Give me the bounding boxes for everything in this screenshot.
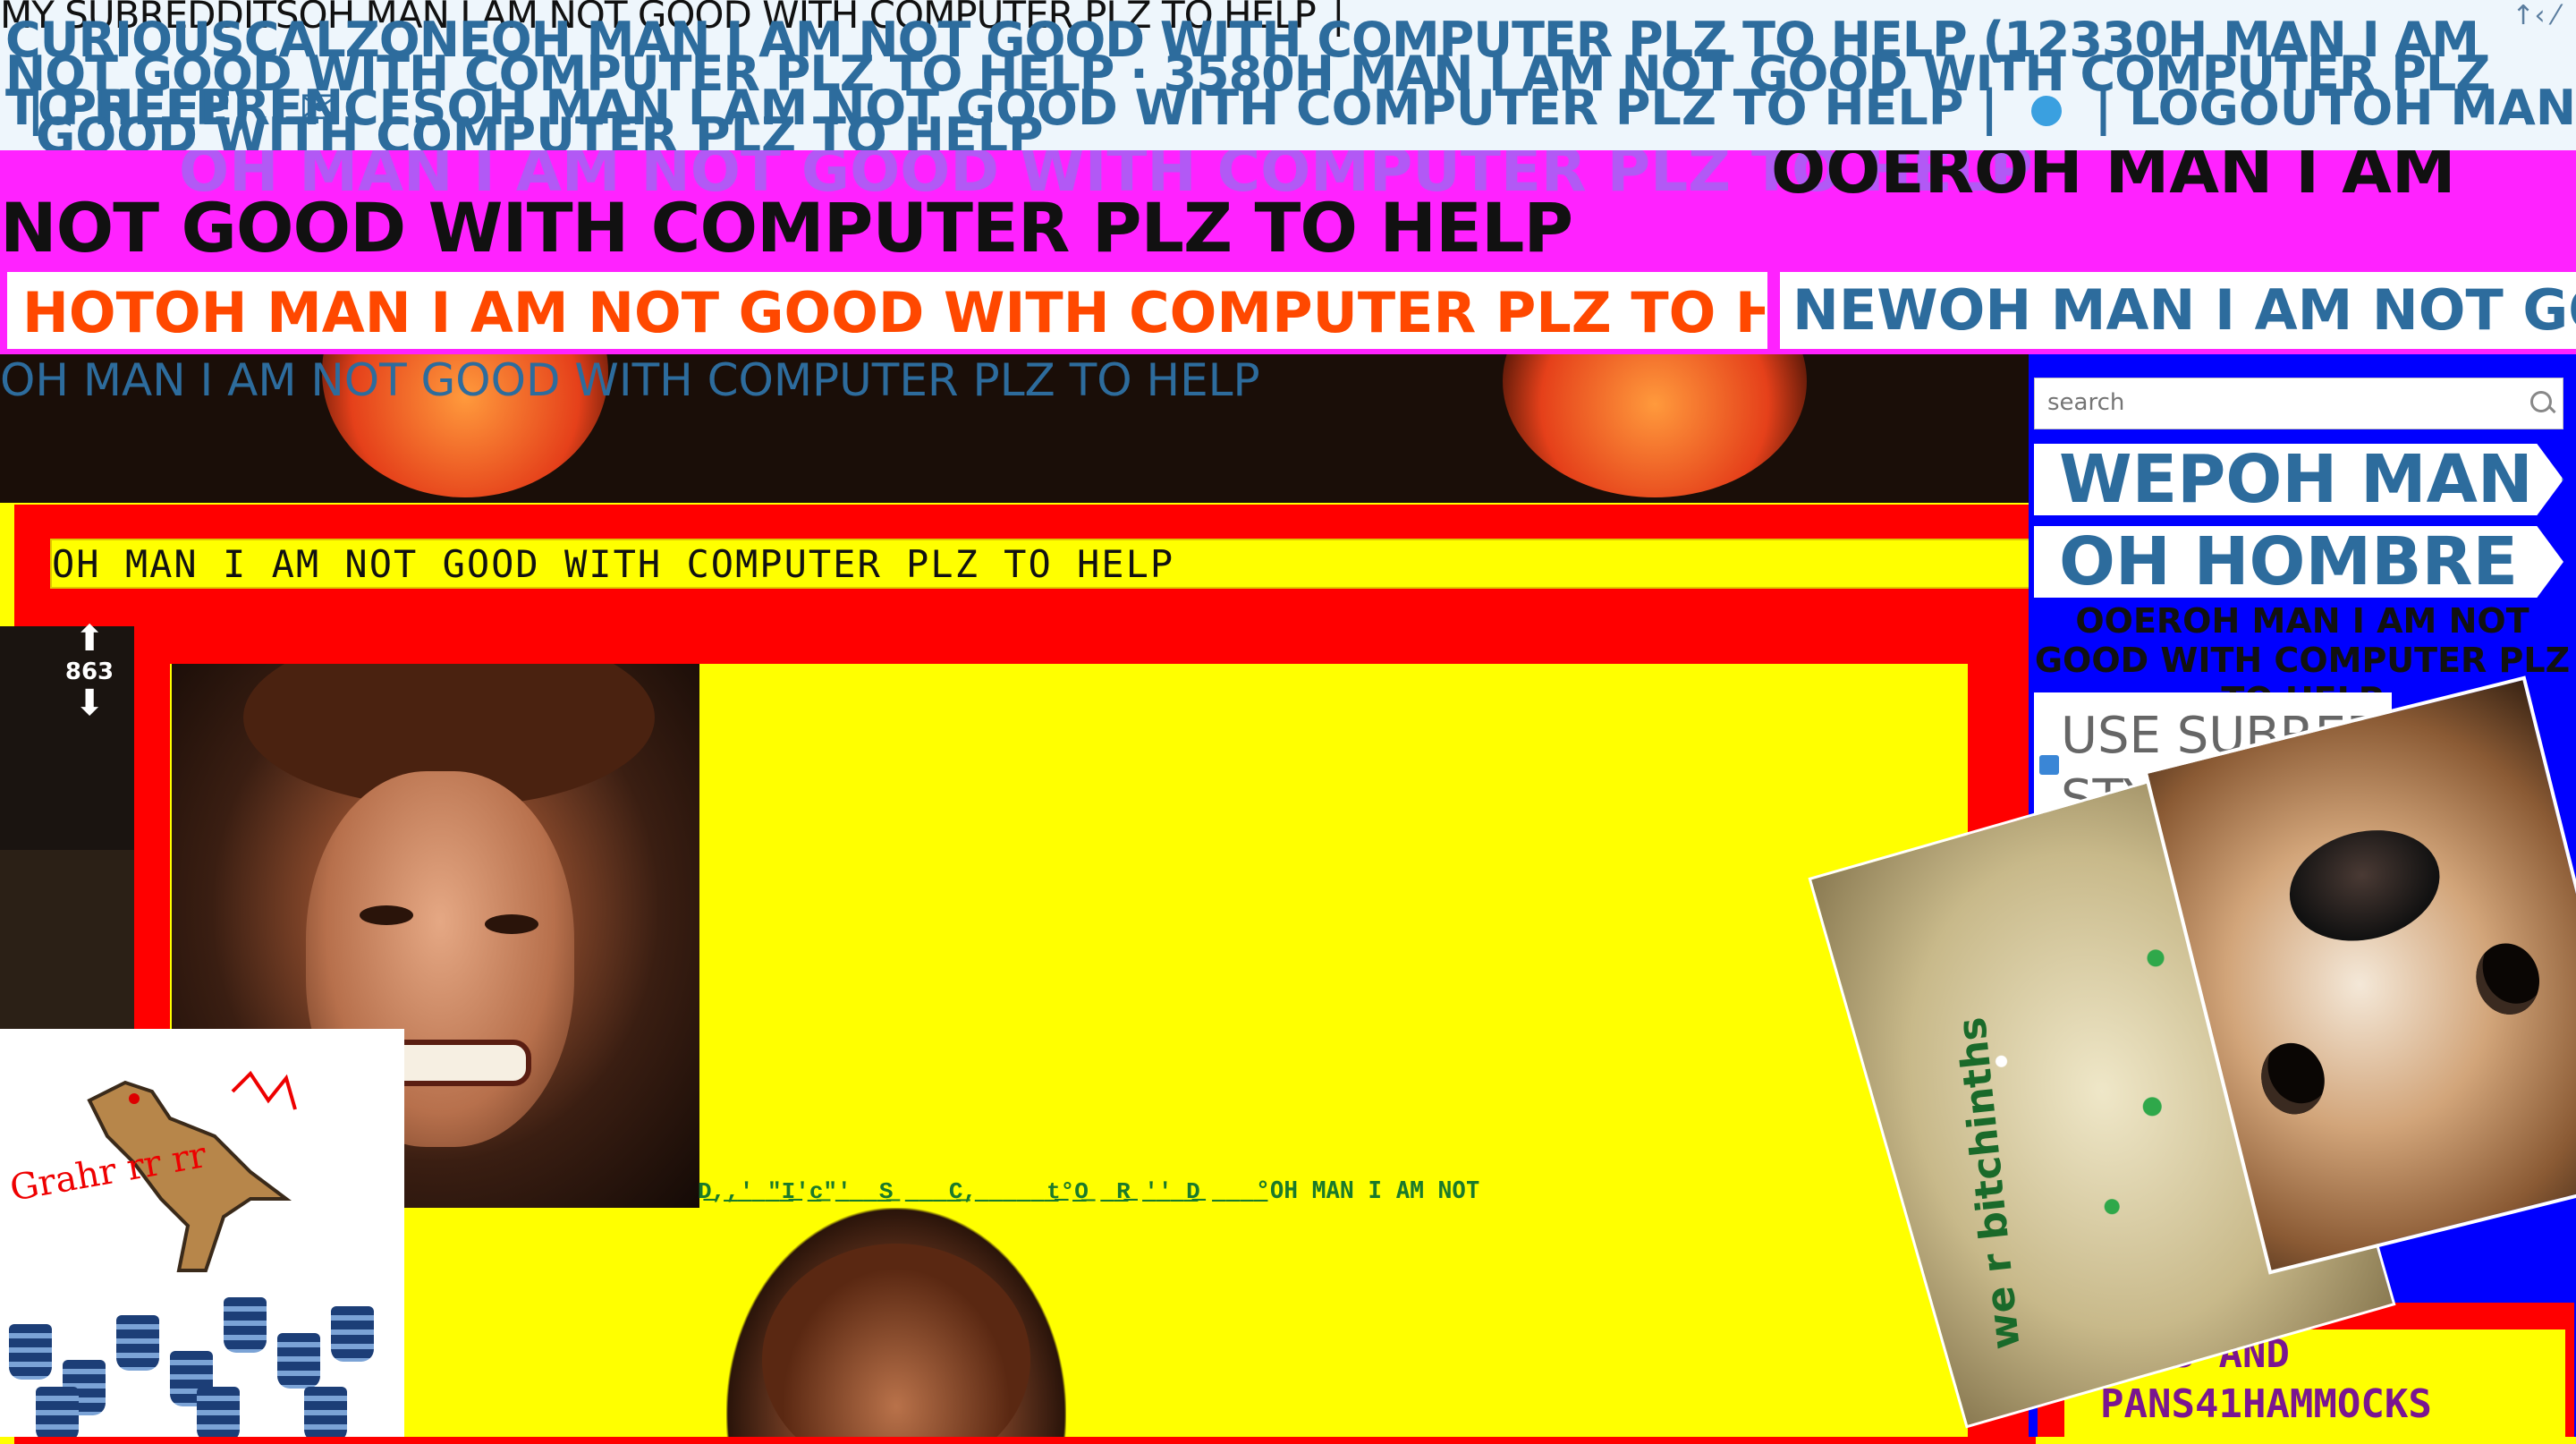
downvote-arrow-icon[interactable]: ⬇ <box>72 685 107 721</box>
sort-tabs: HOTOH MAN I AM NOT GOOD WITH COMPUTER PL… <box>0 268 2576 354</box>
head-shape <box>762 1244 1030 1437</box>
submit-text-button[interactable]: OH HOMBRE <box>2034 526 2563 598</box>
search-input[interactable] <box>2035 378 2507 427</box>
sock-icon <box>36 1387 79 1437</box>
site-logo-text[interactable]: GOOD WITH COMPUTER PLZ TO HELP <box>36 107 1044 150</box>
sock-icon <box>277 1333 320 1389</box>
search-form[interactable] <box>2034 378 2563 429</box>
sock-icon <box>224 1297 267 1353</box>
eye-shape <box>360 905 413 925</box>
post-thumbnail-small[interactable] <box>726 1208 1066 1437</box>
announcement-text: OH MAN I AM NOT GOOD WITH COMPUTER PLZ T… <box>52 542 1175 586</box>
submit-link-button[interactable]: WEPOH MAN I AM NOT GOOD WITH COMPUTER PL… <box>2034 444 2563 515</box>
upvote-arrow-icon[interactable]: ⬆ <box>72 621 107 657</box>
post-title-link[interactable]: D͟,͟,͟'͟ ͟"͟I͟'͟c͟"͟'͟ ͟ ͟S͟ ͟ ͟ ͟ ͟C͟,͟… <box>698 1177 1480 1205</box>
sock-icon <box>9 1324 52 1380</box>
sock-icon <box>331 1306 374 1362</box>
left-gutter <box>0 850 134 1029</box>
orb-image <box>1503 354 1807 497</box>
raptor-drawing-image: Grahr rr rr <box>0 1029 404 1437</box>
dog-eye-shape <box>2253 1036 2333 1121</box>
mouth-shape <box>386 1040 531 1086</box>
search-icon[interactable] <box>2530 391 2552 412</box>
sock-icon <box>116 1315 159 1371</box>
dog-nose-shape <box>2277 815 2452 956</box>
eye-shape <box>485 914 538 934</box>
separator: | <box>2094 80 2113 136</box>
tab-hot[interactable]: HOTOH MAN I AM NOT GOOD WITH COMPUTER PL… <box>7 272 1767 349</box>
vote-column: ⬆ 863 ⬇ <box>0 621 134 850</box>
tab-new[interactable]: NEWOH MAN I AM NOT GOOD WITH COMPUTER PL… <box>1780 272 2576 349</box>
style-checkbox[interactable] <box>2039 755 2059 775</box>
sock-icon <box>197 1387 240 1437</box>
banner-photo: OH MAN I AM NOT GOOD WITH COMPUTER PLZ T… <box>0 354 2029 503</box>
header-right-title: OOEROH MAN I AM <box>1771 150 2456 208</box>
separator: | <box>1980 80 1998 136</box>
pasta-caption: we r bitchinths <box>1949 1015 2029 1352</box>
page-title[interactable]: NOT GOOD WITH COMPUTER PLZ TO HELP <box>0 188 1573 268</box>
announcement-bar: OH MAN I AM NOT GOOD WITH COMPUTER PLZ T… <box>50 539 2036 589</box>
banner-text: OH MAN I AM NOT GOOD WITH COMPUTER PLZ T… <box>0 354 1260 406</box>
sock-icon <box>304 1387 347 1437</box>
score: 863 <box>64 658 114 685</box>
gear-icon[interactable] <box>2030 96 2062 127</box>
logout-link[interactable]: LOGOUTOH MAN I AM NOT <box>2129 80 2576 136</box>
top-user-bar: MY SUBREDDITSOH MAN I AM NOT GOOD WITH C… <box>0 0 2576 152</box>
dog-eye-shape <box>2469 936 2547 1022</box>
